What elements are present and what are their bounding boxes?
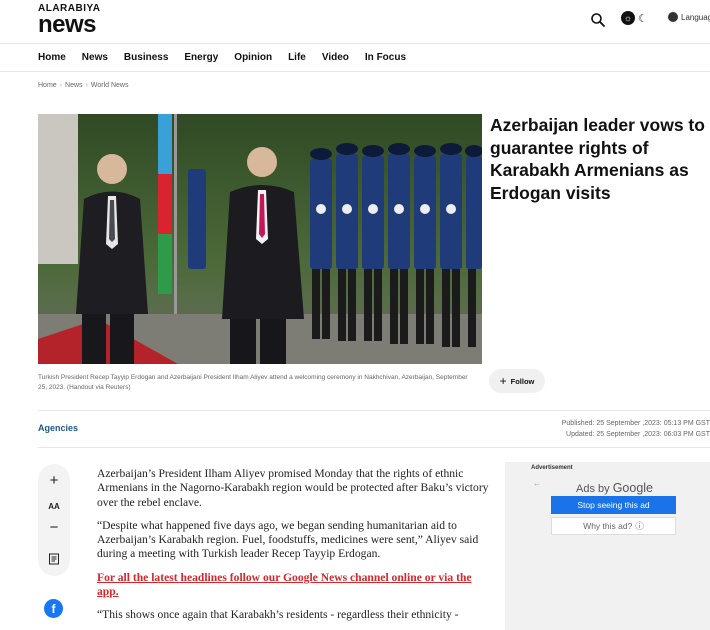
article-tools-rail: + AA −: [38, 464, 70, 576]
article-meta: Agencies Published: 25 September ,2023: …: [38, 410, 710, 448]
site-logo[interactable]: ALARABIYA news: [38, 4, 100, 37]
ads-by-text: Ads by: [576, 483, 610, 495]
follow-label: Follow: [510, 376, 535, 386]
back-arrow-icon[interactable]: ←: [533, 479, 541, 488]
article-dates: Published: 25 September ,2023: 05:13 PM …: [562, 418, 710, 440]
breadcrumb: Home › News › World News: [38, 82, 129, 89]
breadcrumb-separator: ›: [59, 82, 63, 89]
stop-seeing-ad-button[interactable]: Stop seeing this ad: [551, 496, 676, 514]
sun-icon: ☼: [621, 11, 635, 25]
article-paragraph: “This shows once again that Karabakh’s r…: [97, 608, 459, 622]
print-icon[interactable]: [38, 552, 70, 570]
article-paragraph: “Despite what happened five days ago, we…: [97, 518, 479, 561]
breadcrumb-home[interactable]: Home: [38, 82, 57, 89]
hero-photo: [38, 114, 482, 364]
google-wordmark: Google: [612, 481, 654, 495]
published-date: Published: 25 September ,2023: 05:13 PM …: [561, 420, 710, 427]
facebook-share-icon[interactable]: f: [44, 599, 63, 618]
nav-item-news[interactable]: News: [82, 52, 108, 63]
theme-toggle[interactable]: ☼ ☾: [621, 10, 651, 26]
search-icon[interactable]: [590, 12, 606, 28]
article-source[interactable]: Agencies: [38, 423, 78, 433]
why-this-ad-button[interactable]: Why this ad? ⓘ: [551, 517, 676, 535]
nav-item-video[interactable]: Video: [322, 52, 349, 63]
nav-item-opinion[interactable]: Opinion: [234, 52, 272, 63]
language-button[interactable]: Language: [668, 12, 710, 22]
article-paragraph: Azerbaijan’s President Ilham Aliyev prom…: [97, 467, 489, 509]
language-label: Language: [681, 12, 710, 22]
text-size-label: AA: [48, 502, 60, 511]
advertisement-box: Advertisement ← Ads by Google Stop seein…: [505, 462, 710, 630]
globe-icon: [668, 12, 678, 22]
info-icon: ⓘ: [635, 521, 644, 531]
follow-button[interactable]: + Follow: [489, 369, 545, 393]
moon-icon: ☾: [638, 12, 648, 25]
nav-item-business[interactable]: Business: [124, 52, 168, 63]
nav-item-in-focus[interactable]: In Focus: [365, 52, 406, 63]
article-headline: Azerbaijan leader vows to guarantee righ…: [490, 115, 705, 203]
google-news-promo-link[interactable]: For all the latest headlines follow our …: [97, 571, 472, 598]
decrease-text-icon[interactable]: −: [38, 519, 70, 536]
breadcrumb-separator: ›: [85, 82, 88, 89]
nav-item-home[interactable]: Home: [38, 52, 66, 63]
nav-item-life[interactable]: Life: [288, 52, 306, 63]
breadcrumb-news[interactable]: News: [65, 82, 83, 89]
top-bar: ALARABIYA news ☼ ☾ Language: [0, 0, 710, 44]
nav-item-energy[interactable]: Energy: [184, 52, 218, 63]
why-this-ad-label: Why this ad?: [583, 521, 633, 531]
updated-date: Updated: 25 September ,2023: 06:03 PM GS…: [566, 431, 710, 438]
ad-label: Advertisement: [531, 465, 573, 471]
plus-icon: +: [499, 374, 507, 388]
breadcrumb-world-news[interactable]: World News: [91, 82, 129, 89]
photo-caption: Turkish President Recep Tayyip Erdogan a…: [38, 374, 468, 391]
main-nav: Home News Business Energy Opinion Life V…: [0, 44, 710, 72]
ads-by-google: Ads by Google: [576, 481, 653, 495]
logo-big-text: news: [38, 11, 97, 38]
increase-text-icon[interactable]: +: [38, 472, 70, 489]
article-body: Azerbaijan’s President Ilham Aliyev prom…: [97, 467, 489, 630]
